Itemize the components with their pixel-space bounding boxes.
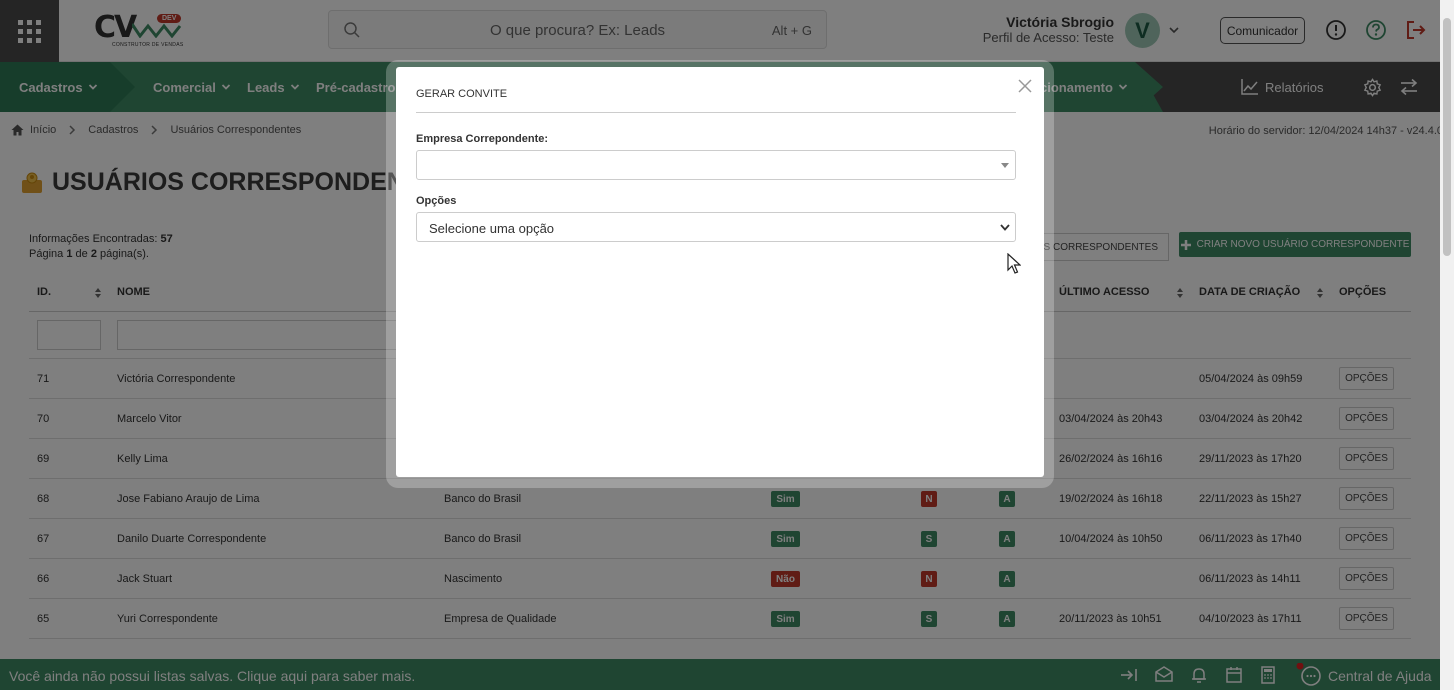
caret-down-icon <box>1001 163 1009 168</box>
modal-title: GERAR CONVITE <box>416 88 508 100</box>
chevron-down-icon <box>1000 224 1010 231</box>
options-select[interactable]: Selecione uma opção <box>416 212 1016 242</box>
scrollbar-thumb[interactable] <box>1443 18 1451 256</box>
options-select-value: Selecione uma opção <box>429 221 555 236</box>
mouse-cursor-icon <box>1007 253 1021 274</box>
company-label: Empresa Correpondente: <box>416 133 549 145</box>
company-select[interactable] <box>416 150 1016 180</box>
generate-invite-modal: GERAR CONVITE Empresa Correpondente: Opç… <box>396 67 1044 477</box>
modal-divider <box>416 112 1016 113</box>
options-label: Opções <box>416 195 457 207</box>
page-scrollbar[interactable] <box>1440 0 1454 690</box>
close-icon[interactable] <box>1016 77 1034 95</box>
